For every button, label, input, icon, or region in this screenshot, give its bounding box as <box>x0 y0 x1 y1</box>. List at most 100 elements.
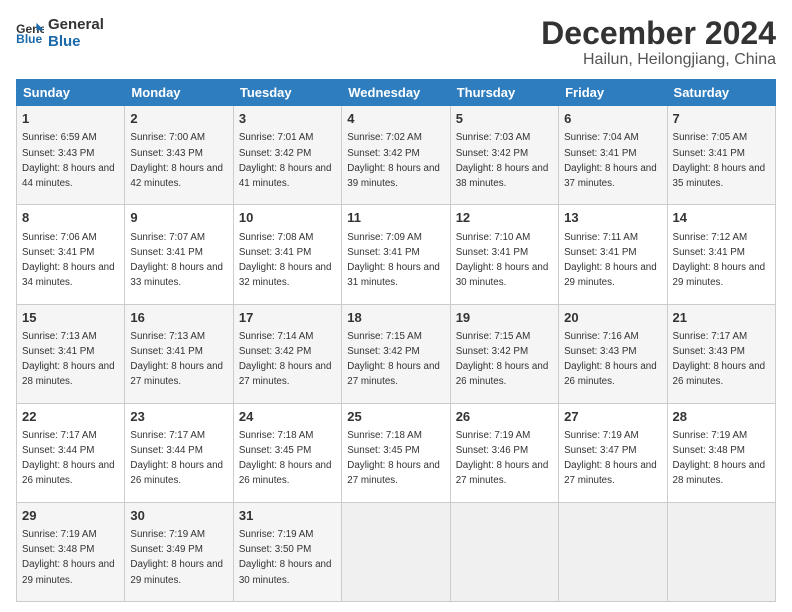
table-row: 1 Sunrise: 6:59 AMSunset: 3:43 PMDayligh… <box>17 106 125 205</box>
day-info: Sunrise: 7:07 AMSunset: 3:41 PMDaylight:… <box>130 232 223 289</box>
day-number: 6 <box>564 110 661 128</box>
table-row: 16 Sunrise: 7:13 AMSunset: 3:41 PMDaylig… <box>125 304 233 403</box>
day-number: 16 <box>130 309 227 327</box>
day-info: Sunrise: 7:05 AMSunset: 3:41 PMDaylight:… <box>673 132 766 189</box>
table-row <box>450 502 558 601</box>
day-info: Sunrise: 7:16 AMSunset: 3:43 PMDaylight:… <box>564 331 657 388</box>
day-info: Sunrise: 7:06 AMSunset: 3:41 PMDaylight:… <box>22 232 115 289</box>
table-row <box>342 502 450 601</box>
table-row: 21 Sunrise: 7:17 AMSunset: 3:43 PMDaylig… <box>667 304 775 403</box>
table-row: 30 Sunrise: 7:19 AMSunset: 3:49 PMDaylig… <box>125 502 233 601</box>
day-info: Sunrise: 7:11 AMSunset: 3:41 PMDaylight:… <box>564 232 657 289</box>
day-number: 30 <box>130 507 227 525</box>
day-info: Sunrise: 7:04 AMSunset: 3:41 PMDaylight:… <box>564 132 657 189</box>
day-number: 28 <box>673 408 770 426</box>
table-row: 5 Sunrise: 7:03 AMSunset: 3:42 PMDayligh… <box>450 106 558 205</box>
table-row: 26 Sunrise: 7:19 AMSunset: 3:46 PMDaylig… <box>450 403 558 502</box>
day-info: Sunrise: 7:19 AMSunset: 3:46 PMDaylight:… <box>456 430 549 487</box>
table-row: 8 Sunrise: 7:06 AMSunset: 3:41 PMDayligh… <box>17 205 125 304</box>
day-number: 15 <box>22 309 119 327</box>
table-row: 24 Sunrise: 7:18 AMSunset: 3:45 PMDaylig… <box>233 403 341 502</box>
table-row: 11 Sunrise: 7:09 AMSunset: 3:41 PMDaylig… <box>342 205 450 304</box>
day-number: 27 <box>564 408 661 426</box>
table-row: 18 Sunrise: 7:15 AMSunset: 3:42 PMDaylig… <box>342 304 450 403</box>
table-row: 4 Sunrise: 7:02 AMSunset: 3:42 PMDayligh… <box>342 106 450 205</box>
calendar-row-2: 8 Sunrise: 7:06 AMSunset: 3:41 PMDayligh… <box>17 205 776 304</box>
day-number: 3 <box>239 110 336 128</box>
day-info: Sunrise: 7:09 AMSunset: 3:41 PMDaylight:… <box>347 232 440 289</box>
col-friday: Friday <box>559 80 667 106</box>
table-row <box>667 502 775 601</box>
col-tuesday: Tuesday <box>233 80 341 106</box>
table-row: 23 Sunrise: 7:17 AMSunset: 3:44 PMDaylig… <box>125 403 233 502</box>
day-info: Sunrise: 7:17 AMSunset: 3:43 PMDaylight:… <box>673 331 766 388</box>
day-number: 19 <box>456 309 553 327</box>
table-row: 29 Sunrise: 7:19 AMSunset: 3:48 PMDaylig… <box>17 502 125 601</box>
day-info: Sunrise: 6:59 AMSunset: 3:43 PMDaylight:… <box>22 132 115 189</box>
day-info: Sunrise: 7:19 AMSunset: 3:48 PMDaylight:… <box>22 529 115 586</box>
col-sunday: Sunday <box>17 80 125 106</box>
logo-icon: General Blue <box>16 21 44 45</box>
table-row: 3 Sunrise: 7:01 AMSunset: 3:42 PMDayligh… <box>233 106 341 205</box>
day-number: 12 <box>456 209 553 227</box>
day-number: 7 <box>673 110 770 128</box>
day-info: Sunrise: 7:15 AMSunset: 3:42 PMDaylight:… <box>347 331 440 388</box>
day-info: Sunrise: 7:18 AMSunset: 3:45 PMDaylight:… <box>347 430 440 487</box>
logo-general: General <box>48 16 104 33</box>
day-number: 10 <box>239 209 336 227</box>
day-number: 20 <box>564 309 661 327</box>
logo: General Blue General Blue <box>16 16 104 51</box>
table-row: 13 Sunrise: 7:11 AMSunset: 3:41 PMDaylig… <box>559 205 667 304</box>
table-row: 28 Sunrise: 7:19 AMSunset: 3:48 PMDaylig… <box>667 403 775 502</box>
table-row: 25 Sunrise: 7:18 AMSunset: 3:45 PMDaylig… <box>342 403 450 502</box>
svg-text:Blue: Blue <box>16 32 42 45</box>
day-number: 1 <box>22 110 119 128</box>
day-info: Sunrise: 7:10 AMSunset: 3:41 PMDaylight:… <box>456 232 549 289</box>
day-info: Sunrise: 7:17 AMSunset: 3:44 PMDaylight:… <box>22 430 115 487</box>
day-number: 25 <box>347 408 444 426</box>
day-number: 22 <box>22 408 119 426</box>
day-info: Sunrise: 7:00 AMSunset: 3:43 PMDaylight:… <box>130 132 223 189</box>
day-number: 9 <box>130 209 227 227</box>
calendar-row-3: 15 Sunrise: 7:13 AMSunset: 3:41 PMDaylig… <box>17 304 776 403</box>
col-monday: Monday <box>125 80 233 106</box>
subtitle: Hailun, Heilongjiang, China <box>541 51 776 69</box>
table-row: 2 Sunrise: 7:00 AMSunset: 3:43 PMDayligh… <box>125 106 233 205</box>
header-row: Sunday Monday Tuesday Wednesday Thursday… <box>17 80 776 106</box>
day-info: Sunrise: 7:17 AMSunset: 3:44 PMDaylight:… <box>130 430 223 487</box>
day-info: Sunrise: 7:19 AMSunset: 3:49 PMDaylight:… <box>130 529 223 586</box>
day-number: 31 <box>239 507 336 525</box>
table-row: 6 Sunrise: 7:04 AMSunset: 3:41 PMDayligh… <box>559 106 667 205</box>
table-row: 10 Sunrise: 7:08 AMSunset: 3:41 PMDaylig… <box>233 205 341 304</box>
day-number: 14 <box>673 209 770 227</box>
table-row: 17 Sunrise: 7:14 AMSunset: 3:42 PMDaylig… <box>233 304 341 403</box>
table-row <box>559 502 667 601</box>
table-row: 7 Sunrise: 7:05 AMSunset: 3:41 PMDayligh… <box>667 106 775 205</box>
day-info: Sunrise: 7:08 AMSunset: 3:41 PMDaylight:… <box>239 232 332 289</box>
day-info: Sunrise: 7:13 AMSunset: 3:41 PMDaylight:… <box>22 331 115 388</box>
day-number: 2 <box>130 110 227 128</box>
day-number: 24 <box>239 408 336 426</box>
day-info: Sunrise: 7:02 AMSunset: 3:42 PMDaylight:… <box>347 132 440 189</box>
day-info: Sunrise: 7:15 AMSunset: 3:42 PMDaylight:… <box>456 331 549 388</box>
day-number: 26 <box>456 408 553 426</box>
table-row: 9 Sunrise: 7:07 AMSunset: 3:41 PMDayligh… <box>125 205 233 304</box>
calendar-table: Sunday Monday Tuesday Wednesday Thursday… <box>16 79 776 602</box>
day-number: 11 <box>347 209 444 227</box>
day-info: Sunrise: 7:01 AMSunset: 3:42 PMDaylight:… <box>239 132 332 189</box>
title-block: December 2024 Hailun, Heilongjiang, Chin… <box>541 16 776 69</box>
day-info: Sunrise: 7:13 AMSunset: 3:41 PMDaylight:… <box>130 331 223 388</box>
day-number: 13 <box>564 209 661 227</box>
day-number: 29 <box>22 507 119 525</box>
day-info: Sunrise: 7:19 AMSunset: 3:47 PMDaylight:… <box>564 430 657 487</box>
day-info: Sunrise: 7:18 AMSunset: 3:45 PMDaylight:… <box>239 430 332 487</box>
table-row: 19 Sunrise: 7:15 AMSunset: 3:42 PMDaylig… <box>450 304 558 403</box>
day-info: Sunrise: 7:19 AMSunset: 3:48 PMDaylight:… <box>673 430 766 487</box>
calendar-row-5: 29 Sunrise: 7:19 AMSunset: 3:48 PMDaylig… <box>17 502 776 601</box>
table-row: 15 Sunrise: 7:13 AMSunset: 3:41 PMDaylig… <box>17 304 125 403</box>
day-number: 5 <box>456 110 553 128</box>
calendar-row-1: 1 Sunrise: 6:59 AMSunset: 3:43 PMDayligh… <box>17 106 776 205</box>
table-row: 20 Sunrise: 7:16 AMSunset: 3:43 PMDaylig… <box>559 304 667 403</box>
table-row: 31 Sunrise: 7:19 AMSunset: 3:50 PMDaylig… <box>233 502 341 601</box>
day-info: Sunrise: 7:03 AMSunset: 3:42 PMDaylight:… <box>456 132 549 189</box>
